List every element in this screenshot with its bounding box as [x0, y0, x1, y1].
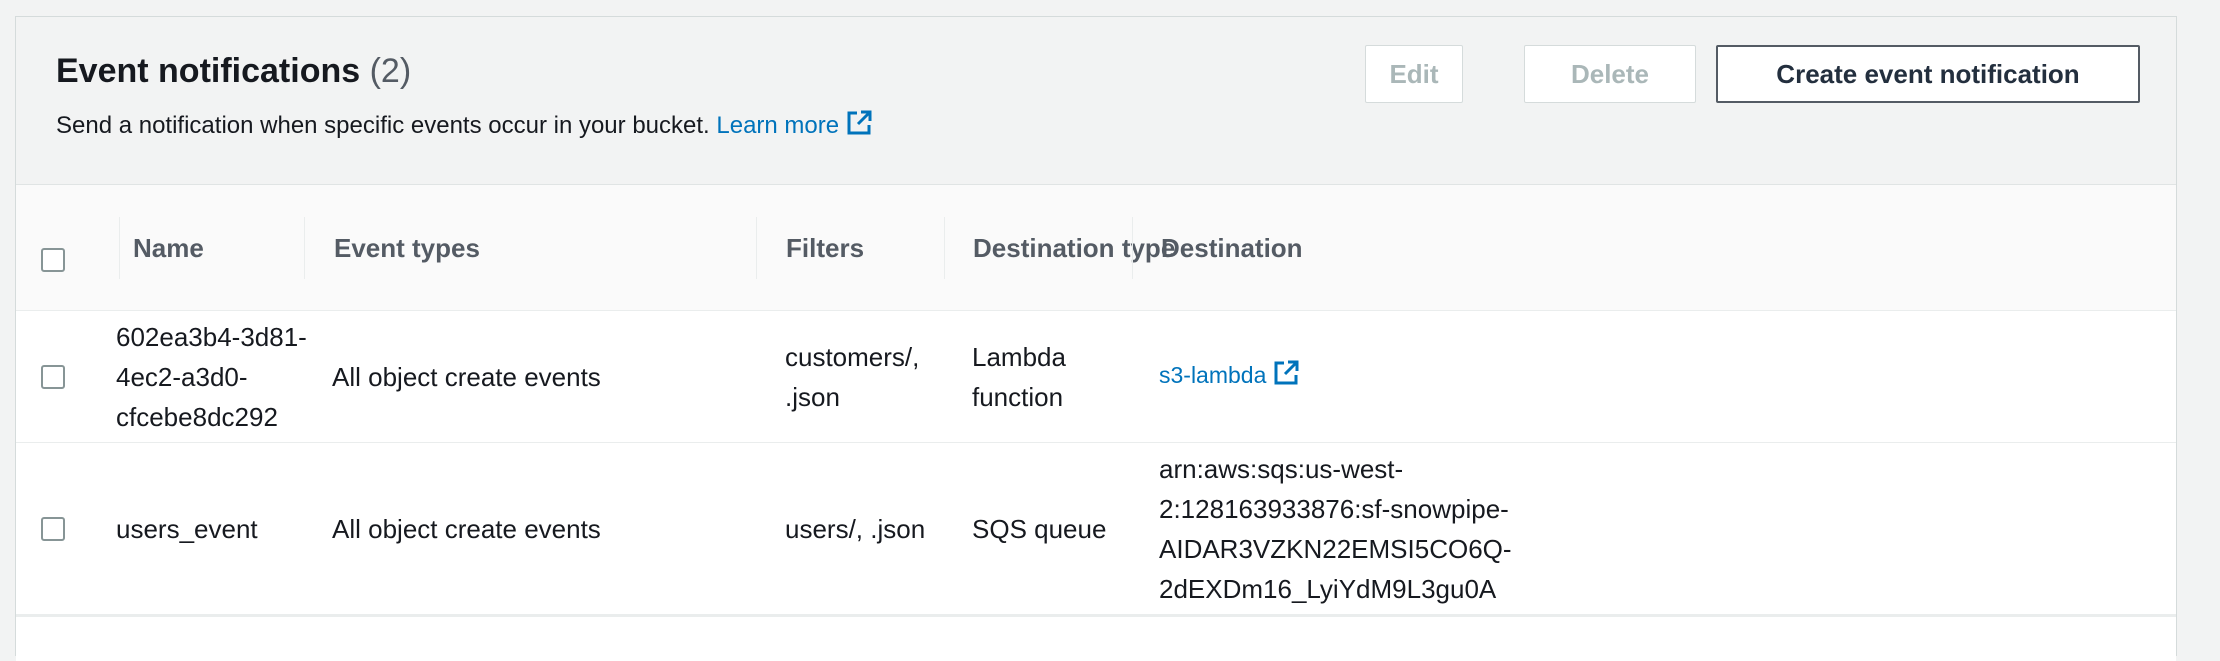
panel-header: Event notifications (2) Send a notificat…: [16, 17, 2176, 185]
cell-line: 2dEXDm16_LyiYdM9L3gu0A: [1159, 573, 1497, 604]
event-notifications-panel: Event notifications (2) Send a notificat…: [15, 16, 2177, 661]
cell-filters: users/, .json: [785, 513, 926, 544]
table-header: Name Event types Filters Destination typ…: [16, 185, 2176, 311]
table-footer-divider: [16, 615, 2176, 661]
select-all-checkbox[interactable]: [41, 248, 65, 272]
cell-line: 2:128163933876:sf-snowpipe-: [1159, 493, 1509, 524]
column-divider: [119, 217, 120, 279]
cell-line: cfcebe8dc292: [116, 401, 278, 432]
cell-line: AIDAR3VZKN22EMSI5CO6Q-: [1159, 533, 1512, 564]
column-divider: [304, 217, 305, 279]
column-header-destination[interactable]: Destination: [1161, 185, 1303, 311]
create-event-notification-button[interactable]: Create event notification: [1716, 45, 2140, 103]
column-header-filters[interactable]: Filters: [786, 185, 864, 311]
delete-button[interactable]: Delete: [1524, 45, 1696, 103]
section-title: Event notifications (2): [56, 49, 411, 93]
section-description: Send a notification when specific events…: [56, 109, 873, 145]
column-divider: [756, 217, 757, 279]
destination-link-label: s3-lambda: [1159, 361, 1267, 388]
edit-button[interactable]: Edit: [1365, 45, 1463, 103]
cell-line: Lambda: [972, 341, 1066, 372]
title-text: Event notifications: [56, 52, 361, 90]
cell-line: arn:aws:sqs:us-west-: [1159, 453, 1404, 484]
cell-line: customers/,: [785, 341, 920, 372]
cell-name: users_event: [116, 513, 258, 544]
cell-destination-type: Lambda function: [972, 311, 1066, 442]
row-select-checkbox[interactable]: [41, 365, 65, 389]
cell-destination: arn:aws:sqs:us-west- 2:128163933876:sf-s…: [1159, 443, 1512, 614]
external-link-icon: [1272, 359, 1300, 399]
cell-destination: s3-lambda: [1159, 311, 1300, 442]
row-select-checkbox[interactable]: [41, 517, 65, 541]
column-header-destination-type[interactable]: Destination type: [973, 185, 1175, 311]
description-text: Send a notification when specific events…: [56, 112, 710, 139]
table-row: 602ea3b4-3d81- 4ec2-a3d0- cfcebe8dc292 A…: [16, 311, 2176, 443]
column-header-line: Destination: [973, 233, 1115, 263]
destination-link[interactable]: s3-lambda: [1159, 355, 1300, 399]
table-row: users_event All object create events use…: [16, 443, 2176, 615]
learn-more-label: Learn more: [716, 112, 840, 139]
cell-name: 602ea3b4-3d81- 4ec2-a3d0- cfcebe8dc292: [116, 311, 307, 442]
cell-event-types: All object create events: [332, 361, 601, 392]
cell-line: function: [972, 381, 1064, 412]
cell-line: 4ec2-a3d0-: [116, 361, 248, 392]
notification-count: (2): [369, 52, 412, 90]
cell-line: .json: [785, 381, 840, 412]
cell-line: 602ea3b4-3d81-: [116, 321, 307, 352]
column-divider: [1132, 217, 1133, 279]
column-header-name[interactable]: Name: [133, 185, 204, 311]
column-header-event-types[interactable]: Event types: [334, 185, 480, 311]
column-divider: [944, 217, 945, 279]
cell-destination-type: SQS queue: [972, 513, 1107, 544]
cell-filters: customers/, .json: [785, 311, 919, 442]
cell-event-types: All object create events: [332, 513, 601, 544]
learn-more-link[interactable]: Learn more: [716, 110, 873, 139]
external-link-icon: [845, 109, 873, 145]
